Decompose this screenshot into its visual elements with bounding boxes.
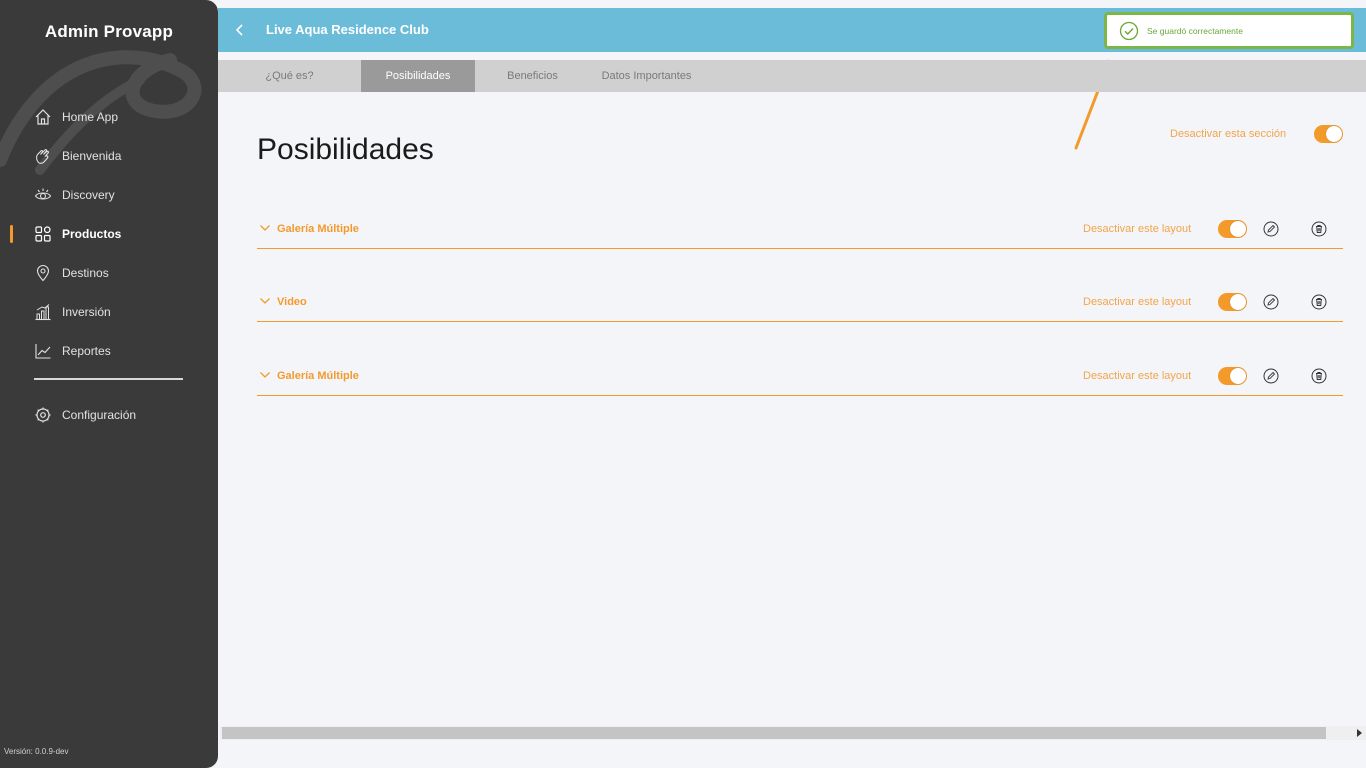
layout-toggle[interactable] — [1218, 293, 1247, 311]
layout-title[interactable]: Galería Múltiple — [277, 223, 359, 235]
layout-row: Video Desactivar este layout — [257, 282, 1343, 322]
layout-toggle-label: Desactivar este layout — [1083, 370, 1192, 382]
tab-beneficios[interactable]: Beneficios — [475, 60, 590, 92]
tab-posibilidades[interactable]: Posibilidades — [361, 60, 475, 92]
back-chevron-icon[interactable] — [230, 20, 250, 40]
tab-que-es[interactable]: ¿Qué es? — [218, 60, 361, 92]
wave-hand-icon — [34, 147, 52, 165]
location-pin-icon — [34, 264, 52, 282]
eye-icon — [34, 186, 52, 204]
sidebar-item-label: Reportes — [62, 343, 111, 358]
layout-title[interactable]: Galería Múltiple — [277, 370, 359, 382]
chevron-down-icon[interactable] — [259, 222, 271, 234]
sidebar: Admin Provapp Home App Bienvenida Discov… — [0, 0, 218, 768]
sidebar-item-reportes[interactable]: Reportes — [0, 331, 218, 370]
page-header-title: Live Aqua Residence Club — [266, 22, 429, 37]
layout-toggle-label: Desactivar este layout — [1083, 223, 1192, 235]
home-icon — [34, 108, 52, 126]
check-circle-icon — [1119, 21, 1139, 40]
layout-row: Galería Múltiple Desactivar este layout — [257, 356, 1343, 396]
layout-row: Galería Múltiple Desactivar este layout — [257, 209, 1343, 249]
sidebar-item-label: Configuración — [62, 407, 137, 422]
trash-icon[interactable] — [1311, 368, 1327, 384]
sidebar-item-discovery[interactable]: Discovery — [0, 175, 218, 214]
sidebar-item-label: Productos — [62, 226, 122, 241]
sidebar-divider — [34, 378, 183, 380]
pencil-icon[interactable] — [1263, 368, 1279, 384]
sidebar-item-inversion[interactable]: Inversión — [0, 292, 218, 331]
line-chart-icon — [34, 342, 52, 360]
sidebar-item-configuracion[interactable]: Configuración — [0, 395, 218, 434]
toggle-knob — [1230, 368, 1246, 384]
section-toggle[interactable] — [1314, 125, 1343, 143]
version-label: Versión: 0.0.9-dev — [4, 747, 69, 756]
scrollbar-thumb[interactable] — [222, 727, 1326, 739]
sidebar-item-label: Home App — [62, 109, 119, 124]
gear-icon — [34, 406, 52, 424]
sidebar-item-label: Inversión — [62, 304, 111, 319]
tab-datos-importantes[interactable]: Datos Importantes — [590, 60, 703, 92]
brand-title: Admin Provapp — [44, 22, 174, 41]
chevron-down-icon[interactable] — [259, 295, 271, 307]
toggle-knob — [1326, 126, 1342, 142]
scroll-right-arrow-icon[interactable] — [1357, 729, 1362, 737]
sidebar-item-home-app[interactable]: Home App — [0, 97, 218, 136]
trash-icon[interactable] — [1311, 221, 1327, 237]
trash-icon[interactable] — [1311, 294, 1327, 310]
sidebar-item-label: Bienvenida — [62, 148, 122, 163]
sidebar-item-label: Discovery — [62, 187, 115, 202]
sidebar-item-bienvenida[interactable]: Bienvenida — [0, 136, 218, 175]
layout-toggle[interactable] — [1218, 220, 1247, 238]
page-title: Posibilidades — [257, 133, 434, 166]
sidebar-nav: Home App Bienvenida Discovery Productos … — [0, 97, 218, 370]
toggle-knob — [1230, 221, 1246, 237]
sidebar-item-productos[interactable]: Productos — [0, 214, 218, 253]
sidebar-item-destinos[interactable]: Destinos — [0, 253, 218, 292]
grid-icon — [34, 225, 52, 243]
layout-toggle-label: Desactivar este layout — [1083, 296, 1192, 308]
pencil-icon[interactable] — [1263, 294, 1279, 310]
toggle-knob — [1230, 294, 1246, 310]
sidebar-item-label: Destinos — [62, 265, 109, 280]
bar-chart-icon — [34, 303, 52, 321]
horizontal-scrollbar[interactable] — [220, 726, 1366, 740]
section-tabs: ¿Qué es? Posibilidades Beneficios Datos … — [218, 60, 1366, 92]
section-toggle-label: Desactivar esta sección — [1170, 128, 1287, 140]
chevron-down-icon[interactable] — [259, 369, 271, 381]
layout-title[interactable]: Video — [277, 296, 307, 308]
toast-message: Se guardó correctamente — [1147, 25, 1243, 36]
pencil-icon[interactable] — [1263, 221, 1279, 237]
layout-toggle[interactable] — [1218, 367, 1247, 385]
success-toast: Se guardó correctamente — [1104, 12, 1354, 49]
